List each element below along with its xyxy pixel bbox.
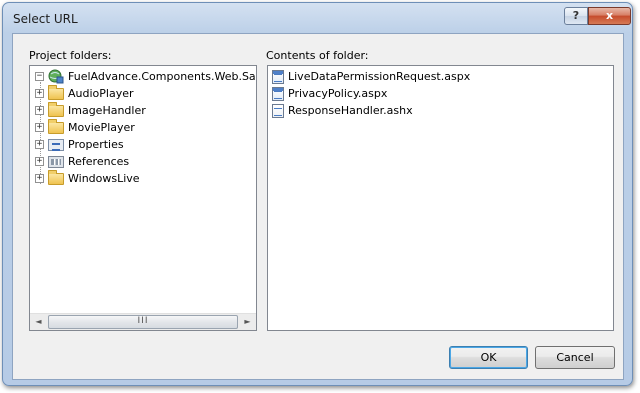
list-item[interactable]: PrivacyPolicy.aspx — [272, 85, 387, 102]
tree-item-imagehandler[interactable]: + ImageHandler — [35, 101, 146, 119]
expand-icon[interactable]: + — [35, 89, 44, 98]
dialog-title: Select URL — [13, 12, 78, 26]
tree-item-label: References — [68, 155, 130, 168]
list-item[interactable]: ResponseHandler.ashx — [272, 102, 413, 119]
tree-item-references[interactable]: + References — [35, 153, 129, 170]
folder-icon — [48, 169, 64, 185]
tree-item-label: FuelAdvance.Components.Web.Sam — [68, 70, 257, 83]
expand-icon[interactable]: + — [35, 106, 44, 115]
tree-item-project-root[interactable]: − FuelAdvance.Components.Web.Sam — [35, 68, 257, 85]
scrollbar-thumb[interactable]: III — [48, 315, 238, 329]
properties-icon — [48, 138, 64, 151]
file-name: LiveDataPermissionRequest.aspx — [288, 70, 471, 83]
title-bar[interactable]: Select URL ? x — [3, 3, 632, 33]
expand-icon[interactable]: + — [35, 174, 44, 183]
tree-item-label: AudioPlayer — [68, 87, 134, 100]
aspx-file-icon — [272, 86, 284, 101]
scroll-right-icon[interactable]: ► — [239, 314, 256, 330]
expand-icon[interactable]: + — [35, 140, 44, 149]
ashx-file-icon — [272, 103, 284, 118]
ok-button[interactable]: OK — [449, 346, 528, 369]
contents-of-folder-label: Contents of folder: — [266, 49, 369, 62]
select-url-dialog: Select URL ? x Project folders: Contents… — [2, 2, 633, 386]
tree-item-label: WindowsLive — [68, 172, 140, 185]
expand-icon[interactable]: + — [35, 157, 44, 166]
file-name: ResponseHandler.ashx — [288, 104, 413, 117]
collapse-icon[interactable]: − — [35, 72, 44, 81]
file-name: PrivacyPolicy.aspx — [288, 87, 388, 100]
references-icon — [48, 155, 64, 168]
tree-item-windowslive[interactable]: + WindowsLive — [35, 169, 140, 187]
horizontal-scrollbar[interactable]: ◄ III ► — [30, 313, 256, 330]
tree-item-properties[interactable]: + Properties — [35, 136, 124, 153]
folder-icon — [48, 84, 64, 100]
cancel-button[interactable]: Cancel — [535, 346, 615, 369]
close-button[interactable]: x — [588, 7, 631, 25]
folder-contents-list[interactable]: LiveDataPermissionRequest.aspx PrivacyPo… — [267, 65, 614, 331]
scroll-left-icon[interactable]: ◄ — [30, 314, 47, 330]
aspx-file-icon — [272, 69, 284, 84]
tree-item-audioplayer[interactable]: + AudioPlayer — [35, 84, 134, 102]
project-folders-label: Project folders: — [29, 49, 112, 62]
folder-icon — [48, 101, 64, 117]
project-folders-tree[interactable]: − FuelAdvance.Components.Web.Sam + Audio… — [29, 65, 257, 331]
help-button[interactable]: ? — [564, 7, 588, 25]
tree-item-label: MoviePlayer — [68, 121, 135, 134]
tree-item-label: ImageHandler — [68, 104, 146, 117]
list-item[interactable]: LiveDataPermissionRequest.aspx — [272, 68, 470, 85]
dialog-body: Project folders: Contents of folder: − F… — [12, 33, 624, 380]
tree-item-movieplayer[interactable]: + MoviePlayer — [35, 118, 135, 136]
folder-icon — [48, 118, 64, 134]
tree-item-label: Properties — [68, 138, 124, 151]
web-project-icon — [48, 69, 64, 84]
expand-icon[interactable]: + — [35, 123, 44, 132]
